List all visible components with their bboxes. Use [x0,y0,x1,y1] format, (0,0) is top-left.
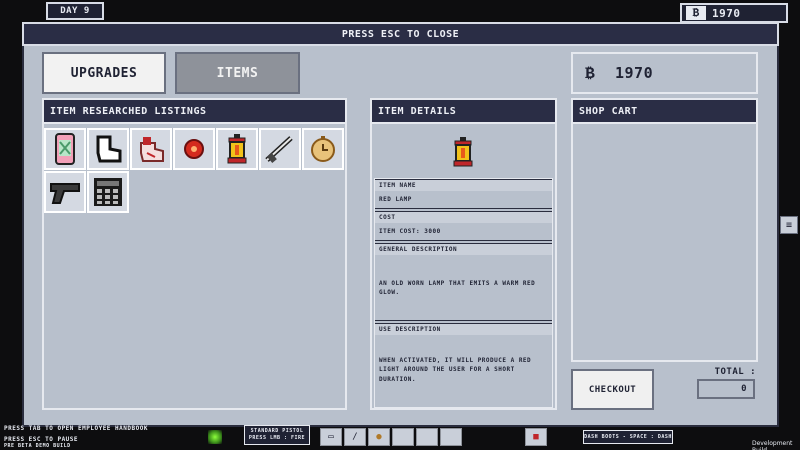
total-value: 0 [697,379,755,399]
keypad-icon [94,178,122,206]
hotbar-slot-watch[interactable]: ● [368,428,390,446]
day-counter: DAY 9 [46,2,104,20]
pistol-icon [50,183,80,204]
hotbar-slot-empty[interactable] [416,428,438,446]
dash-hint: DASH BOOTS - SPACE : DASH [583,430,673,444]
listings-title: ITEM RESEARCHED LISTINGS [42,98,347,124]
item-slot-red-orb[interactable] [173,128,215,170]
use-description-label: USE DESCRIPTION [375,323,552,335]
red-orb-icon [184,139,204,159]
cost-value: ITEM COST: 3000 [375,223,552,241]
item-slot-red-lamp[interactable] [216,128,258,170]
cost-label: COST [375,211,552,223]
shop-cart-title: SHOP CART [571,98,758,124]
item-slot-sock[interactable] [87,128,129,170]
weapon-hint: PRESS LMB : FIRE [248,435,306,441]
use-description-value: WHEN ACTIVATED, IT WILL PRODUCE A RED LI… [379,356,532,383]
hotbar-slot-empty[interactable] [392,428,414,446]
item-slot-keypad[interactable] [87,171,129,213]
rifle-icon: / [352,432,358,442]
item-slot-pistol[interactable] [44,171,86,213]
item-name-label: ITEM NAME [375,179,552,191]
rifle-icon [265,136,293,163]
menu-list-icon[interactable]: ≡ [780,216,798,234]
close-hint-bar: PRESS ESC TO CLOSE [22,22,779,46]
item-slot-rifle[interactable] [259,128,301,170]
general-description-value: AN OLD WORN LAMP THAT EMITS A WARM RED G… [375,255,552,321]
bandage-icon [140,137,164,162]
hud-money-display: ₿ 1970 [680,3,788,23]
hotbar-slot-bandage[interactable]: ■ [525,428,547,446]
pocket-watch-icon [311,136,335,162]
tab-upgrades[interactable]: UPGRADES [42,52,166,94]
dev-build-label: Development Build [752,440,793,450]
red-lamp-icon [227,134,247,164]
item-details-title: ITEM DETAILS [370,98,557,124]
hotbar-slot-pistol[interactable]: ▭ [320,428,342,446]
detail-fields: ITEM NAME RED LAMP COST ITEM COST: 3000 … [374,178,553,408]
wallet-display: ₿ 1970 [571,52,758,94]
wallet-amount: 1970 [615,64,654,82]
total-label: TOTAL : [714,367,756,377]
item-slot-energy-can[interactable] [44,128,86,170]
hotbar-slot-rifle[interactable]: / [344,428,366,446]
item-name-value: RED LAMP [375,191,552,209]
pocket-watch-icon: ● [376,432,382,442]
build-tag: PRE BETA DEMO BUILD [4,443,71,449]
handbook-hint: PRESS TAB TO OPEN EMPLOYEE HANDBOOK [4,425,148,432]
currency-icon: ₿ [585,63,596,82]
pause-hint: PRESS ESC TO PAUSE [4,436,79,443]
detail-preview [450,134,476,174]
sock-icon [96,135,122,163]
pistol-icon: ▭ [328,432,334,442]
bandage-icon: ■ [533,432,539,442]
currency-icon: ₿ [686,6,706,20]
red-lamp-icon [453,137,473,167]
hotbar-slot-empty[interactable] [440,428,462,446]
status-light-icon [208,430,222,444]
shop-cart-panel [571,98,758,362]
tab-items[interactable]: ITEMS [175,52,300,94]
energy-can-icon [55,133,75,165]
weapon-info: STANDARD PISTOL PRESS LMB : FIRE [244,425,310,445]
general-description-label: GENERAL DESCRIPTION [375,243,552,255]
checkout-button[interactable]: CHECKOUT [571,369,654,410]
item-slot-bandage[interactable] [130,128,172,170]
hud-money-value: 1970 [712,6,741,20]
weapon-name: STANDARD PISTOL [250,428,304,434]
item-slot-pocket-watch[interactable] [302,128,344,170]
